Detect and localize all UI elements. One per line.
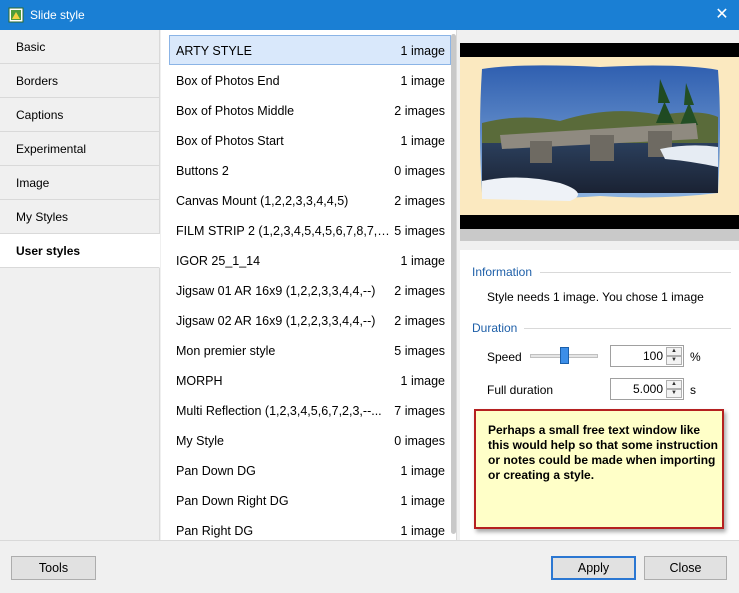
information-divider [540, 272, 731, 273]
style-name: My Style [176, 434, 224, 448]
full-duration-unit: s [690, 383, 696, 397]
full-duration-down-button[interactable]: ▼ [666, 389, 682, 398]
style-name: Pan Right DG [176, 524, 254, 538]
speed-spinbox[interactable]: ▲ ▼ [610, 345, 684, 367]
speed-up-button[interactable]: ▲ [666, 347, 682, 356]
style-name: Jigsaw 02 AR 16x9 (1,2,2,3,3,4,4,--) [176, 314, 376, 328]
list-item[interactable]: ARTY STYLE 1 image [169, 35, 451, 65]
style-preview [460, 43, 739, 229]
list-item[interactable]: Canvas Mount (1,2,2,3,3,4,4,5) 2 images [169, 185, 451, 215]
speed-label: Speed [487, 350, 522, 364]
style-name: ARTY STYLE [176, 44, 252, 58]
list-item[interactable]: Pan Right DG 1 image [169, 515, 451, 540]
information-text: Style needs 1 image. You chose 1 image [487, 290, 704, 304]
sidebar-item-borders[interactable]: Borders [0, 64, 159, 98]
style-image-count: 2 images [394, 104, 445, 118]
style-image-count: 2 images [394, 284, 445, 298]
sidebar: Basic Borders Captions Experimental Imag… [0, 30, 160, 540]
slide-style-app-icon [8, 7, 24, 23]
preview-bottom-bar [460, 229, 739, 241]
list-item[interactable]: IGOR 25_1_14 1 image [169, 245, 451, 275]
full-duration-label: Full duration [487, 383, 554, 397]
style-name: Pan Down Right DG [176, 494, 289, 508]
list-item[interactable]: My Style 0 images [169, 425, 451, 455]
full-duration-spinbox[interactable]: ▲ ▼ [610, 378, 684, 400]
sidebar-item-image[interactable]: Image [0, 166, 159, 200]
dialog-footer: Tools Apply Close [0, 540, 739, 593]
list-item[interactable]: Jigsaw 02 AR 16x9 (1,2,2,3,3,4,4,--) 2 im… [169, 305, 451, 335]
style-image-count: 0 images [394, 434, 445, 448]
duration-divider [524, 328, 731, 329]
style-image-count: 5 images [394, 224, 445, 238]
style-name: Box of Photos Middle [176, 104, 295, 118]
list-item[interactable]: Box of Photos Start 1 image [169, 125, 451, 155]
full-duration-up-button[interactable]: ▲ [666, 380, 682, 389]
list-item[interactable]: Buttons 2 0 images [169, 155, 451, 185]
tools-button[interactable]: Tools [11, 556, 96, 580]
style-name: FILM STRIP 2 (1,2,3,4,5,4,5,6,7,8,7,8,..… [176, 224, 390, 238]
speed-slider-thumb[interactable] [560, 347, 569, 364]
style-image-count: 1 image [400, 374, 445, 388]
style-image-count: 1 image [400, 44, 445, 58]
list-item[interactable]: MORPH 1 image [169, 365, 451, 395]
annotation-note-text: Perhaps a small free text window like th… [488, 423, 719, 482]
list-scrollbar[interactable] [451, 34, 456, 534]
list-item[interactable]: Pan Down DG 1 image [169, 455, 451, 485]
preview-photo [480, 65, 720, 201]
annotation-note: Perhaps a small free text window like th… [474, 409, 724, 529]
style-name: Pan Down DG [176, 464, 256, 478]
list-item[interactable]: FILM STRIP 2 (1,2,3,4,5,4,5,6,7,8,7,8,..… [169, 215, 451, 245]
speed-unit: % [690, 350, 701, 364]
style-image-count: 1 image [400, 464, 445, 478]
full-duration-input[interactable] [613, 381, 663, 397]
styles-list: ARTY STYLE 1 image Box of Photos End 1 ima… [161, 30, 457, 540]
style-name: Mon premier style [176, 344, 276, 358]
style-name: Buttons 2 [176, 164, 229, 178]
close-button[interactable]: Close [644, 556, 727, 580]
speed-input[interactable] [613, 348, 663, 364]
list-item[interactable]: Multi Reflection (1,2,3,4,5,6,7,2,3,--..… [169, 395, 451, 425]
list-item[interactable]: Mon premier style 5 images [169, 335, 451, 365]
style-name: Canvas Mount (1,2,2,3,3,4,4,5) [176, 194, 349, 208]
style-image-count: 1 image [400, 74, 445, 88]
sidebar-item-my-styles[interactable]: My Styles [0, 200, 159, 234]
close-icon[interactable]: ✕ [705, 0, 739, 30]
sidebar-item-user-styles[interactable]: User styles [0, 234, 160, 268]
sidebar-item-experimental[interactable]: Experimental [0, 132, 159, 166]
style-image-count: 1 image [400, 254, 445, 268]
information-section-title: Information [472, 265, 533, 279]
style-image-count: 1 image [400, 524, 445, 538]
style-name: Jigsaw 01 AR 16x9 (1,2,2,3,3,4,4,--) [176, 284, 376, 298]
list-item[interactable]: Box of Photos End 1 image [169, 65, 451, 95]
list-item[interactable]: Box of Photos Middle 2 images [169, 95, 451, 125]
title-bar: Slide style ✕ [0, 0, 739, 30]
style-name: IGOR 25_1_14 [176, 254, 261, 268]
duration-section-title: Duration [472, 321, 518, 335]
style-name: Multi Reflection (1,2,3,4,5,6,7,2,3,--..… [176, 404, 382, 418]
style-image-count: 7 images [394, 404, 445, 418]
style-name: Box of Photos Start [176, 134, 284, 148]
window-title: Slide style [30, 8, 85, 22]
style-image-count: 2 images [394, 194, 445, 208]
style-image-count: 1 image [400, 134, 445, 148]
style-image-count: 1 image [400, 494, 445, 508]
list-item[interactable]: Pan Down Right DG 1 image [169, 485, 451, 515]
apply-button[interactable]: Apply [551, 556, 636, 580]
list-item[interactable]: Jigsaw 01 AR 16x9 (1,2,2,3,3,4,4,--) 2 im… [169, 275, 451, 305]
sidebar-item-captions[interactable]: Captions [0, 98, 159, 132]
sidebar-item-basic[interactable]: Basic [0, 30, 159, 64]
speed-down-button[interactable]: ▼ [666, 356, 682, 365]
style-name: MORPH [176, 374, 223, 388]
style-image-count: 5 images [394, 344, 445, 358]
style-name: Box of Photos End [176, 74, 280, 88]
style-image-count: 2 images [394, 314, 445, 328]
style-image-count: 0 images [394, 164, 445, 178]
